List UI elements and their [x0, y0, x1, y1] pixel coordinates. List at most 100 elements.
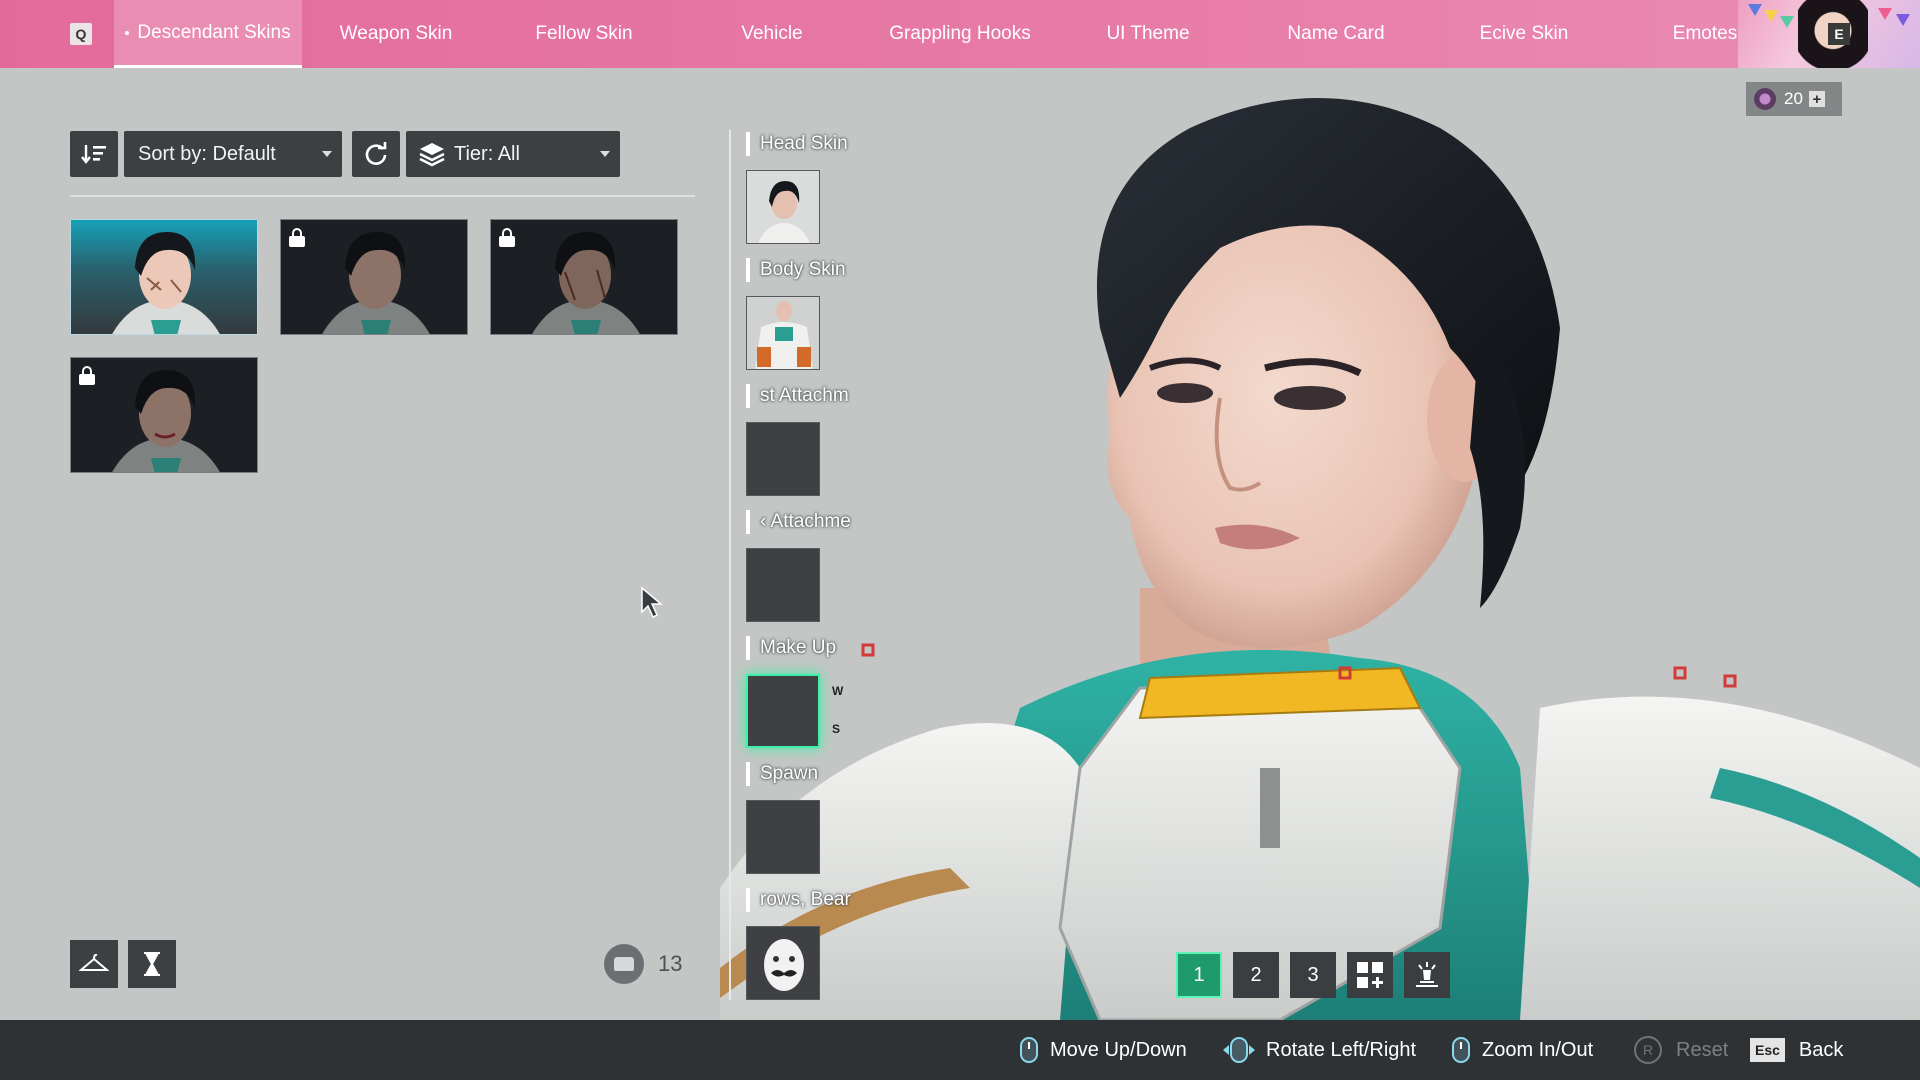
sort-dropdown[interactable]: Sort by: Default: [124, 131, 342, 177]
mouse-wheel-icon: [1452, 1037, 1470, 1063]
tab-ecive-skin[interactable]: Ecive Skin: [1430, 0, 1618, 68]
inventory-count: 13: [604, 944, 682, 984]
character-render: [720, 98, 1920, 1020]
hourglass-icon: [144, 952, 160, 976]
tab-label: Descendant Skins: [137, 21, 291, 43]
tab-label: Emotes: [1672, 23, 1738, 44]
control-hints-bar: Move Up/Down Rotate Left/Right Zoom In/O…: [0, 1020, 1920, 1080]
mustache-face-icon: [764, 939, 804, 991]
hint-label: Back: [1798, 1038, 1844, 1061]
preset-1-button[interactable]: 1: [1176, 952, 1222, 998]
currency-display[interactable]: 20 +: [1746, 82, 1842, 116]
body-skin-thumbnail: [747, 297, 819, 369]
slot-spawn[interactable]: [746, 800, 820, 874]
wardrobe-button[interactable]: [70, 940, 118, 988]
hint-label: Move Up/Down: [1050, 1038, 1187, 1061]
active-dot-icon: [125, 30, 130, 35]
tab-descendant-skins[interactable]: Descendant Skins: [114, 0, 302, 68]
character-preview[interactable]: [720, 68, 1920, 1020]
bunting-icon: [1878, 8, 1892, 20]
slot-label-attachment-2: ‹ Attachme: [746, 510, 866, 534]
preset-3-button[interactable]: 3: [1290, 952, 1336, 998]
skin-card[interactable]: [280, 219, 468, 335]
hint-reset[interactable]: R Reset: [1634, 1020, 1728, 1080]
currency-coin-icon: [1754, 88, 1776, 110]
hint-move-up-down[interactable]: Move Up/Down: [1020, 1020, 1187, 1080]
tab-label: Fellow Skin: [535, 23, 633, 44]
mouse-scroll-icon: [1020, 1037, 1038, 1063]
add-preset-button[interactable]: [1347, 952, 1393, 998]
hint-rotate[interactable]: Rotate Left/Right: [1222, 1020, 1416, 1080]
scroll-down-key: S: [832, 722, 841, 736]
tab-vehicle[interactable]: Vehicle: [678, 0, 866, 68]
skin-card[interactable]: [70, 357, 258, 473]
slot-divider: [729, 130, 731, 1000]
skin-preview: [112, 370, 220, 472]
reset-filter-button[interactable]: [352, 131, 400, 177]
preset-2-button[interactable]: 2: [1233, 952, 1279, 998]
mouse-cursor-icon: [641, 586, 664, 619]
refresh-icon: [365, 142, 387, 165]
hint-label: Rotate Left/Right: [1266, 1038, 1417, 1061]
skin-preview: [322, 232, 430, 334]
chevron-down-icon: [600, 151, 610, 157]
head-skin-thumbnail: [747, 171, 819, 243]
sort-order-button[interactable]: [70, 131, 118, 177]
slot-label-head-skin: Head Skin: [746, 132, 866, 156]
sort-order-icon: [81, 145, 106, 164]
tier-label: Tier: All: [454, 142, 520, 165]
hint-label: Reset: [1676, 1038, 1729, 1061]
next-tab-key[interactable]: E: [1828, 23, 1850, 45]
chest-icon: [604, 944, 644, 984]
tab-weapon-skin[interactable]: Weapon Skin: [302, 0, 490, 68]
tab-fellow-skin[interactable]: Fellow Skin: [490, 0, 678, 68]
tab-label: Ecive Skin: [1479, 23, 1569, 44]
tier-dropdown[interactable]: Tier: All: [406, 131, 620, 177]
skin-preview: [532, 232, 640, 334]
tab-label: Name Card: [1287, 23, 1385, 44]
tab-name-card[interactable]: Name Card: [1242, 0, 1430, 68]
sort-label: Sort by: Default: [138, 142, 276, 165]
mouse-rotate-icon: [1223, 1037, 1255, 1063]
lock-icon: [499, 228, 515, 248]
skin-card[interactable]: [70, 219, 258, 335]
timed-filter-button[interactable]: [128, 940, 176, 988]
slot-make-up[interactable]: [746, 674, 820, 748]
bunting-icon: [1896, 14, 1910, 26]
slot-body-skin[interactable]: [746, 296, 820, 370]
tab-emotes[interactable]: Emotes: [1640, 0, 1770, 68]
tab-ui-theme[interactable]: UI Theme: [1054, 0, 1242, 68]
currency-amount: 20: [1784, 89, 1803, 108]
add-currency-button[interactable]: +: [1808, 91, 1825, 108]
esc-key: Esc: [1750, 1038, 1785, 1062]
slot-label-spawn: Spawn: [746, 762, 866, 786]
inventory-count-value: 13: [658, 951, 683, 976]
lighting-button[interactable]: [1404, 952, 1450, 998]
spotlight-icon: [1416, 962, 1438, 987]
tab-label: UI Theme: [1106, 23, 1190, 44]
lock-icon: [79, 366, 95, 386]
prev-tab-key[interactable]: Q: [70, 23, 92, 45]
top-navigation: Q Descendant Skins Weapon Skin Fellow Sk…: [0, 0, 1920, 68]
hint-back[interactable]: Esc Back: [1750, 1020, 1843, 1080]
slot-label-make-up: Make Up: [746, 636, 866, 660]
tab-grappling-hooks[interactable]: Grappling Hooks: [866, 0, 1054, 68]
skin-preview: [112, 232, 220, 334]
reset-key: R: [1634, 1036, 1662, 1064]
slot-attachment-1[interactable]: [746, 422, 820, 496]
slot-head-skin[interactable]: [746, 170, 820, 244]
tab-label: Vehicle: [741, 23, 803, 44]
slot-eyebrows-beard[interactable]: [746, 926, 820, 1000]
hanger-icon: [79, 953, 109, 971]
lock-icon: [289, 228, 305, 248]
tab-label: Weapon Skin: [339, 23, 453, 44]
layers-icon: [419, 143, 445, 167]
chevron-down-icon: [322, 151, 332, 157]
skin-card[interactable]: [490, 219, 678, 335]
slot-label-attachment-1: st Attachm: [746, 384, 866, 408]
slot-attachment-2[interactable]: [746, 548, 820, 622]
tab-label: Grappling Hooks: [889, 23, 1031, 44]
hint-zoom[interactable]: Zoom In/Out: [1452, 1020, 1593, 1080]
slot-label-eyebrows-beard: rows, Bear: [746, 888, 866, 912]
slot-label-body-skin: Body Skin: [746, 258, 866, 282]
